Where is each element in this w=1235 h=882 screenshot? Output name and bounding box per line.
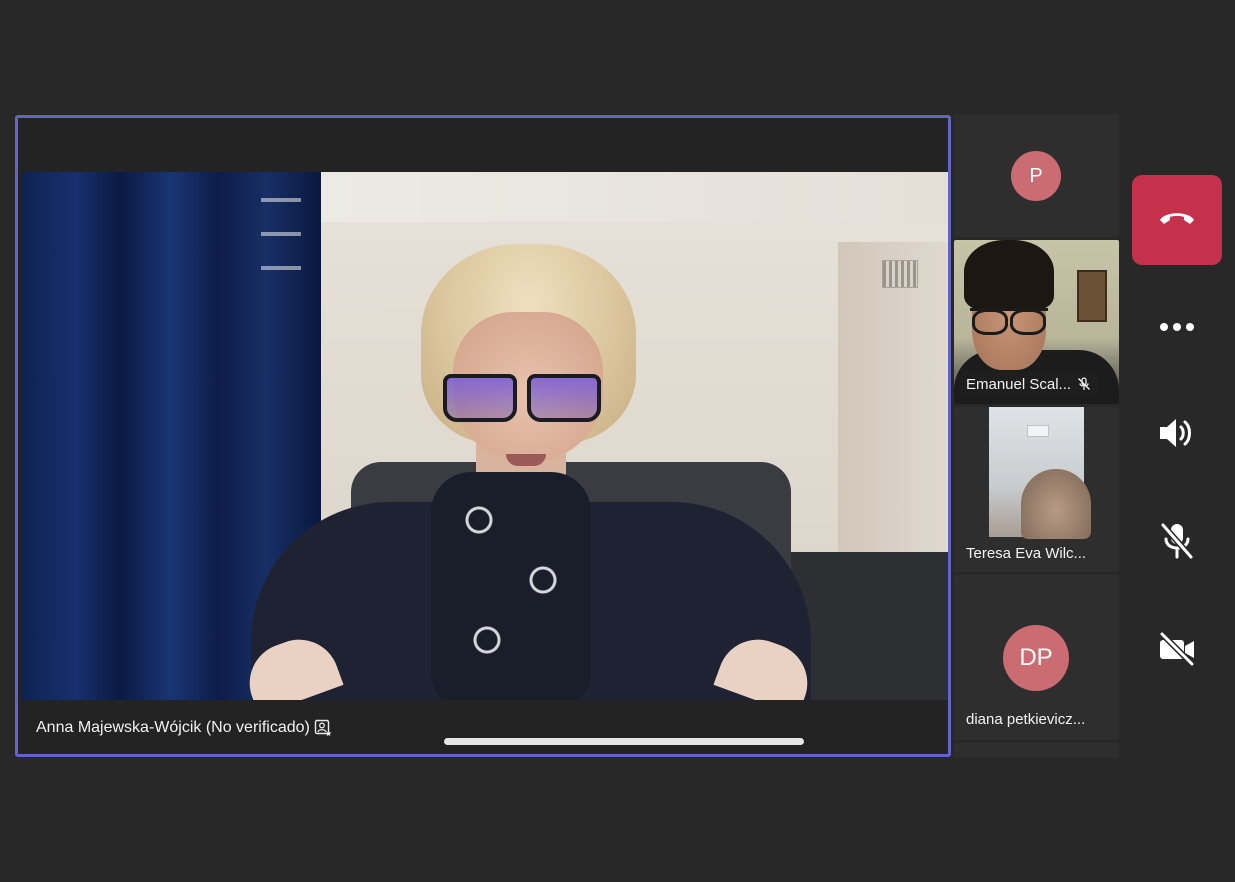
camera-toggle-button[interactable] bbox=[1132, 606, 1222, 696]
scroll-indicator[interactable] bbox=[444, 738, 804, 745]
participant-name-badge: Emanuel Scal... bbox=[959, 371, 1100, 397]
participant-name: diana petkievicz... bbox=[966, 711, 1086, 728]
camera-off-icon bbox=[1157, 630, 1197, 672]
more-options-icon bbox=[1159, 319, 1195, 337]
participant-video bbox=[989, 407, 1091, 539]
participant-tile-teresa[interactable]: Teresa Eva Wilc... bbox=[954, 407, 1119, 572]
hang-up-icon bbox=[1157, 208, 1197, 233]
participant-tile-partial[interactable] bbox=[954, 743, 1119, 758]
mic-muted-icon bbox=[1077, 377, 1091, 391]
main-speaker-tile[interactable]: Anna Majewska-Wójcik (No verificado) bbox=[15, 115, 951, 757]
participant-name: Emanuel Scal... bbox=[966, 375, 1072, 393]
speaker-icon bbox=[1157, 415, 1197, 456]
participant-tile-p[interactable]: P bbox=[954, 114, 1119, 237]
main-speaker-name-label: Anna Majewska-Wójcik (No verificado) bbox=[36, 719, 310, 736]
speaker-button[interactable] bbox=[1132, 390, 1222, 480]
avatar: DP bbox=[1003, 625, 1069, 691]
hang-up-button[interactable] bbox=[1132, 175, 1222, 265]
mic-off-icon bbox=[1159, 521, 1195, 566]
more-options-button[interactable] bbox=[1132, 283, 1222, 373]
participant-name: Teresa Eva Wilc... bbox=[966, 545, 1087, 562]
main-speaker-video bbox=[21, 172, 948, 700]
participant-gallery: P Emanuel Scal... Teresa Eva Wilc... DP … bbox=[954, 114, 1119, 758]
presenter-badge-icon bbox=[314, 719, 332, 737]
microphone-toggle-button[interactable] bbox=[1132, 498, 1222, 588]
participant-tile-emanuel[interactable]: Emanuel Scal... bbox=[954, 240, 1119, 404]
main-speaker-name: Anna Majewska-Wójcik (No verificado) bbox=[36, 718, 332, 738]
participant-tile-diana[interactable]: DP diana petkievicz... bbox=[954, 575, 1119, 740]
avatar: P bbox=[1011, 151, 1061, 201]
meeting-stage: Anna Majewska-Wójcik (No verificado) P E… bbox=[0, 0, 1235, 882]
